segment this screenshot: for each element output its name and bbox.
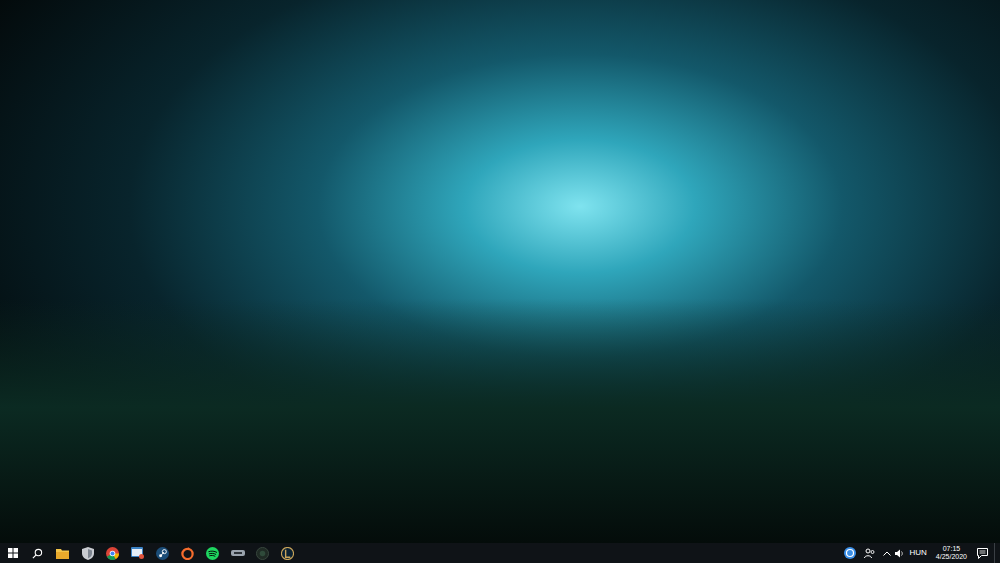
show-hidden-icons-button[interactable] [880, 543, 894, 563]
desktop-wallpaper [0, 0, 1000, 543]
window-app-icon [131, 547, 144, 559]
notifications-icon [977, 548, 989, 559]
app-icon [231, 548, 245, 558]
chrome-icon [106, 547, 119, 560]
volume-button[interactable] [894, 543, 906, 563]
folder-icon [56, 548, 69, 559]
show-desktop-button[interactable] [994, 543, 998, 563]
clock-date: 4/25/2020 [936, 553, 967, 561]
chevron-up-icon [883, 551, 891, 556]
app-button[interactable] [125, 543, 150, 563]
origin-button[interactable] [175, 543, 200, 563]
language-label: HUN [910, 547, 927, 559]
help-icon [844, 547, 856, 559]
steam-icon [156, 547, 169, 560]
steam-button[interactable] [150, 543, 175, 563]
clock-time: 07:15 [943, 545, 961, 553]
clock[interactable]: 07:15 4/25/2020 [931, 543, 972, 563]
start-button[interactable] [0, 543, 25, 563]
spotify-icon [206, 547, 219, 560]
chrome-button[interactable] [100, 543, 125, 563]
antivirus-button[interactable] [75, 543, 100, 563]
people-icon [864, 548, 876, 559]
action-center-button[interactable] [972, 543, 994, 563]
origin-icon [181, 547, 194, 560]
file-explorer-button[interactable] [50, 543, 75, 563]
shield-icon [82, 547, 94, 560]
app-button[interactable] [250, 543, 275, 563]
search-button[interactable] [25, 543, 50, 563]
app-icon [256, 547, 269, 560]
spotify-button[interactable] [200, 543, 225, 563]
language-indicator[interactable]: HUN [906, 543, 931, 563]
tray-app-button[interactable] [840, 543, 860, 563]
league-of-legends-icon [281, 547, 294, 560]
windows-logo-icon [8, 548, 18, 558]
search-icon [32, 548, 43, 559]
taskbar: HUN 07:15 4/25/2020 [0, 543, 1000, 563]
people-button[interactable] [860, 543, 880, 563]
app-button[interactable] [225, 543, 250, 563]
league-of-legends-button[interactable] [275, 543, 300, 563]
speaker-icon [895, 549, 904, 558]
